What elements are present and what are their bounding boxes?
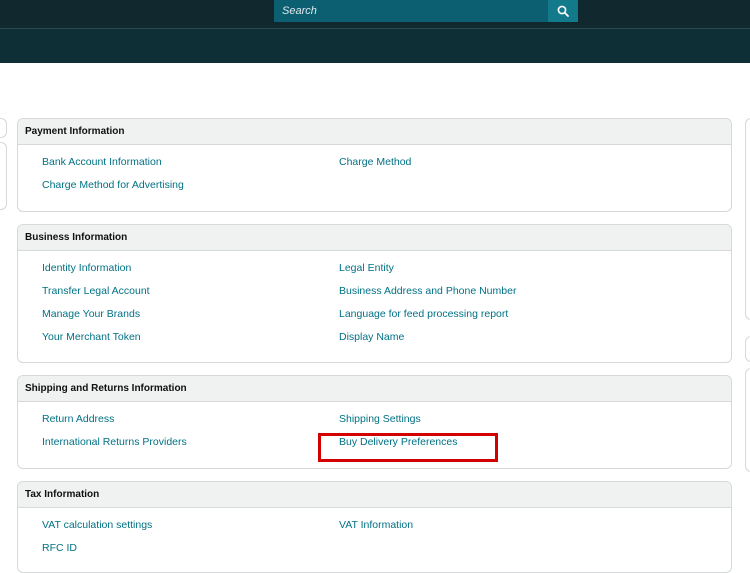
link-legal-entity[interactable]: Legal Entity <box>339 262 394 274</box>
card-title: Shipping and Returns Information <box>18 376 731 402</box>
search-input[interactable] <box>274 0 548 22</box>
link-return-address[interactable]: Return Address <box>42 413 114 425</box>
link-rfc-id[interactable]: RFC ID <box>42 542 77 554</box>
link-charge-method[interactable]: Charge Method <box>339 156 411 168</box>
right-card-edge <box>745 336 750 362</box>
link-bank-account-information[interactable]: Bank Account Information <box>42 156 162 168</box>
search-icon <box>557 5 569 17</box>
card-title: Payment Information <box>18 119 731 145</box>
card-title: Business Information <box>18 225 731 251</box>
search-button[interactable] <box>548 0 578 22</box>
left-card-edge <box>0 142 7 210</box>
link-language-for-feed-processing-report[interactable]: Language for feed processing report <box>339 308 508 320</box>
link-display-name[interactable]: Display Name <box>339 331 404 343</box>
link-transfer-legal-account[interactable]: Transfer Legal Account <box>42 285 150 297</box>
link-vat-information[interactable]: VAT Information <box>339 519 413 531</box>
link-identity-information[interactable]: Identity Information <box>42 262 131 274</box>
right-card-edge <box>745 118 750 320</box>
left-card-edge <box>0 118 7 138</box>
link-charge-method-for-advertising[interactable]: Charge Method for Advertising <box>42 179 184 191</box>
link-manage-your-brands[interactable]: Manage Your Brands <box>42 308 140 320</box>
shipping-and-returns-card: Shipping and Returns Information Return … <box>17 375 732 469</box>
card-title: Tax Information <box>18 482 731 508</box>
business-information-card: Business Information Identity Informatio… <box>17 224 732 363</box>
link-buy-delivery-preferences[interactable]: Buy Delivery Preferences <box>339 436 457 448</box>
secondary-nav-bar <box>0 28 750 63</box>
link-shipping-settings[interactable]: Shipping Settings <box>339 413 421 425</box>
link-vat-calculation-settings[interactable]: VAT calculation settings <box>42 519 152 531</box>
search-bar <box>274 0 578 22</box>
right-card-edge <box>745 368 750 472</box>
link-business-address-and-phone-number[interactable]: Business Address and Phone Number <box>339 285 516 297</box>
link-international-returns-providers[interactable]: International Returns Providers <box>42 436 187 448</box>
link-your-merchant-token[interactable]: Your Merchant Token <box>42 331 141 343</box>
tax-information-card: Tax Information VAT calculation settings… <box>17 481 732 573</box>
payment-information-card: Payment Information Bank Account Informa… <box>17 118 732 212</box>
